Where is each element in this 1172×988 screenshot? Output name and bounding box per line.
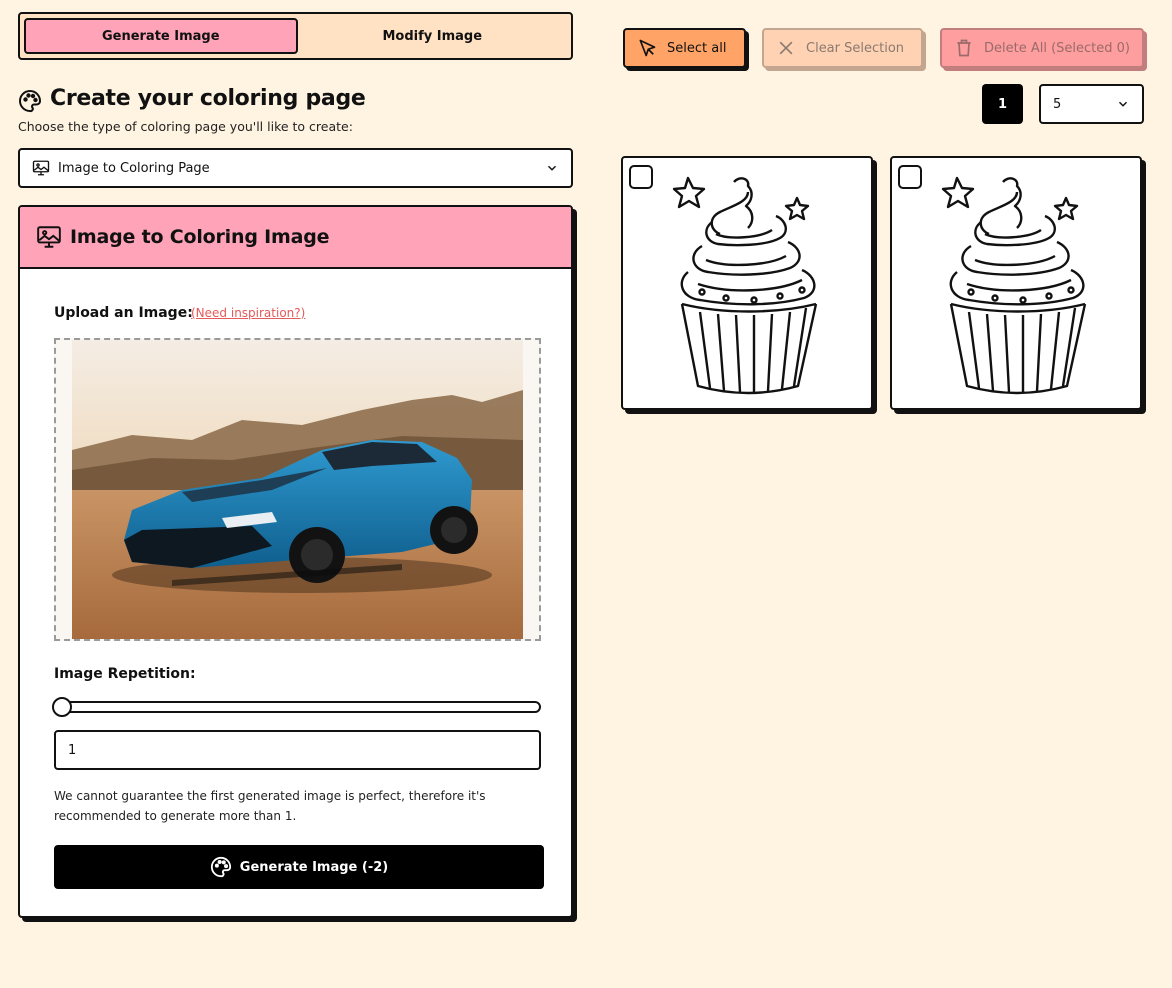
generation-note: We cannot guarantee the first generated … [54, 789, 486, 823]
uploaded-car-photo [72, 340, 523, 639]
trash-icon [957, 39, 971, 57]
image-monitor-icon [32, 160, 50, 176]
cupcake-coloring-image [941, 176, 1087, 395]
gallery-item-checkbox[interactable] [898, 165, 922, 189]
page-title: Create your coloring page [50, 86, 366, 111]
image-repetition-label: Image Repetition: [54, 666, 196, 682]
upload-label: Upload an Image: [54, 305, 193, 321]
page-size-value: 5 [1053, 96, 1062, 112]
gallery-item[interactable] [890, 156, 1142, 410]
image-monitor-icon [37, 226, 61, 248]
select-all-label: Select all [667, 40, 727, 56]
image-to-coloring-card: Image to Coloring Image Upload an Image:… [18, 205, 573, 918]
delete-all-button[interactable]: Delete All (Selected 0) [940, 28, 1144, 68]
delete-all-label: Delete All (Selected 0) [984, 40, 1130, 56]
select-all-button[interactable]: Select all [623, 28, 746, 68]
clear-selection-button[interactable]: Clear Selection [762, 28, 923, 68]
image-upload-dropzone[interactable] [54, 338, 541, 641]
page-size-select[interactable]: 5 [1039, 84, 1144, 124]
repetition-slider-thumb[interactable] [52, 697, 72, 717]
need-inspiration-link[interactable]: (Need inspiration?) [191, 306, 305, 320]
chevron-down-icon [1118, 101, 1128, 107]
gallery-item-checkbox[interactable] [629, 165, 653, 189]
mode-toggle: Generate Image Modify Image [18, 12, 573, 60]
cursor-arrow-icon [639, 39, 656, 57]
chevron-down-icon [547, 165, 557, 171]
card-title: Image to Coloring Image [70, 226, 330, 248]
cupcake-coloring-image [672, 176, 818, 395]
modify-image-tab[interactable]: Modify Image [298, 18, 568, 54]
repetition-slider-track[interactable] [54, 701, 541, 713]
repetition-count-input[interactable] [54, 730, 541, 770]
palette-icon [210, 856, 231, 878]
generate-image-tab[interactable]: Generate Image [24, 18, 298, 54]
gallery-item[interactable] [621, 156, 873, 410]
palette-icon [19, 90, 41, 113]
generate-image-label: Generate Image (-2) [239, 859, 389, 875]
close-icon [779, 41, 793, 55]
pagination-current-page[interactable]: 1 [982, 84, 1023, 124]
card-header: Image to Coloring Image [20, 207, 571, 269]
page-subtitle: Choose the type of coloring page you'll … [18, 119, 353, 134]
clear-selection-label: Clear Selection [806, 40, 905, 56]
coloring-type-select[interactable]: Image to Coloring Page [18, 148, 573, 188]
generate-image-button[interactable]: Generate Image (-2) [54, 845, 544, 889]
coloring-type-value: Image to Coloring Page [58, 160, 210, 176]
